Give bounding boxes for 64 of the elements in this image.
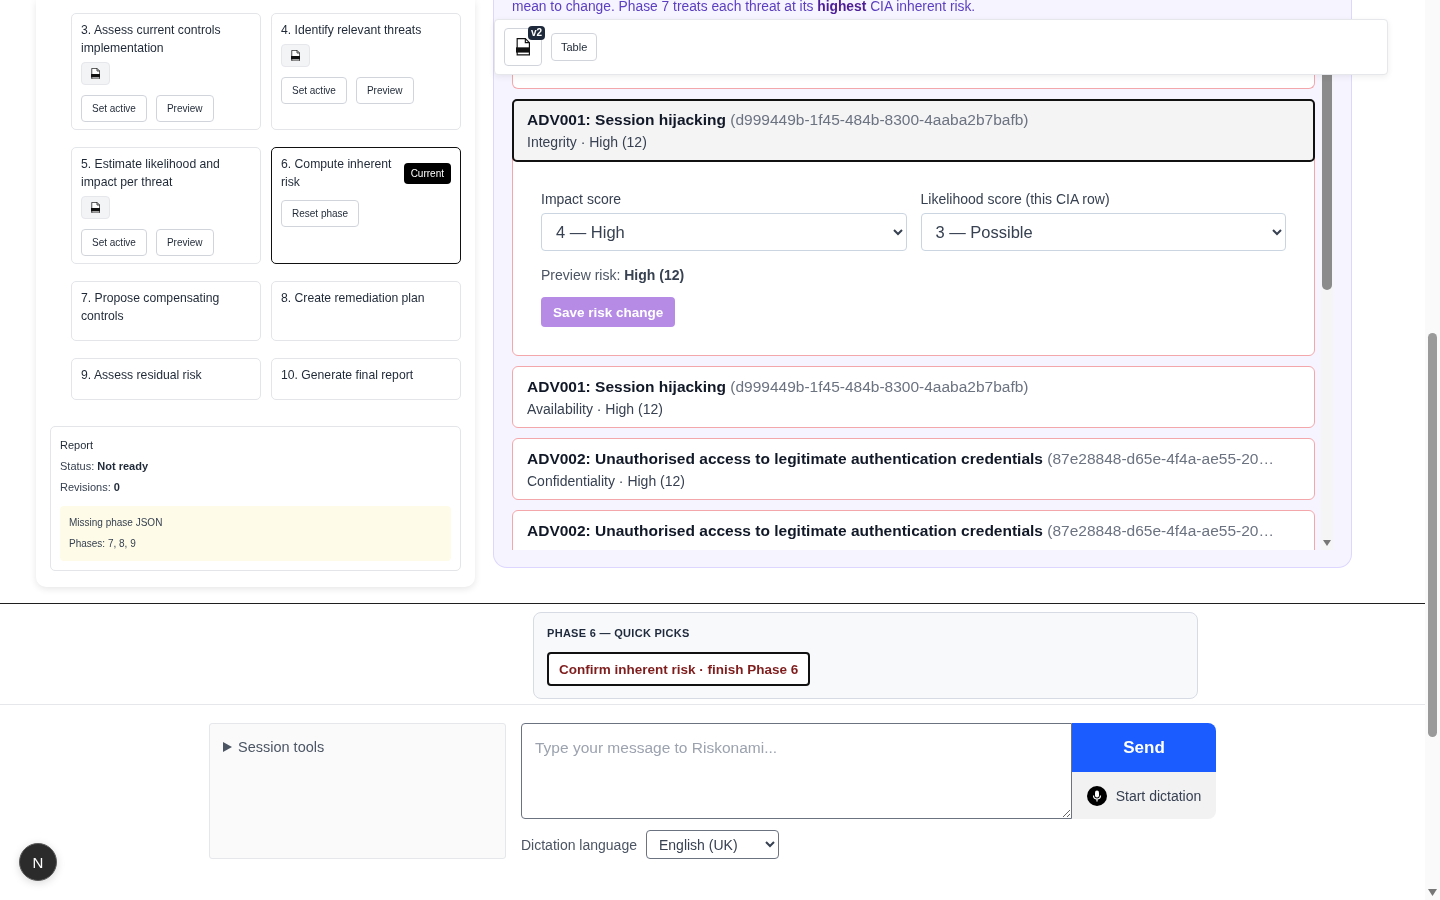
notice-detail: Phases: 7, 8, 9 [69,537,137,551]
file-button[interactable] [281,44,310,67]
threat-card[interactable]: ADV002: Unauthorised access to legitimate authentication credentials (87e28848-d65e-4f4a-ae55-20… [512,510,1315,550]
field-label: Likelihood score (this CIA row) [920,190,1111,209]
message-input[interactable]: Type your message to Riskonami... [521,723,1072,819]
scrollbar-thumb[interactable] [1322,75,1332,290]
threat-card[interactable]: ADV001: Session hijacking (d999449b-1f45-484b-8300-4aaba2b7bafb) Availability · High (12) [512,366,1315,428]
file-button[interactable]: v2 [504,28,542,66]
report-line: Status: Not ready [60,459,150,474]
session-tools-toggle[interactable]: Session tools [223,738,325,756]
threat-card[interactable]: ADV002: Unauthorised access to legitimate authentication credentials (87e28848-d65e-4f4a-ae55-20… Confidentiality · High (12) [512,438,1315,500]
threat-title: ADV001: Session hijacking (d999449b-1f45-484b-8300-4aaba2b7bafb) [527,377,1030,397]
phase-button[interactable]: Reset phase [281,200,360,227]
threat-card-header[interactable]: ADV001: Session hijacking (d999449b-1f45-484b-8300-4aaba2b7bafb) Integrity · High (12) [512,99,1315,162]
report-line: Revisions: 0 [60,480,121,495]
phase-title: 9. Assess residual risk [81,367,202,384]
threat-title: ADV001: Session hijacking (d999449b-1f45-484b-8300-4aaba2b7bafb) [527,110,1030,130]
send-button[interactable]: Send [1072,723,1216,772]
threat-title: ADV002: Unauthorised access to legitimate authentication credentials (87e28848-d65e-4f4a-ae55-20… [527,521,1275,541]
threat-meta: Availability · High (12) [527,400,664,419]
quick-pick-button[interactable]: Confirm inherent risk · finish Phase 6 [547,652,811,686]
threat-meta: Integrity · High (12) [527,133,648,152]
phase-button[interactable]: Set active [281,77,347,104]
page-scrollbar[interactable] [1425,0,1440,900]
phase-title: 10. Generate final report [281,367,414,384]
phase-button[interactable]: Preview [155,229,214,256]
impact-select[interactable]: 4 — High [541,213,907,251]
file-icon [91,201,100,214]
phase-title: 3. Assess current controls implementation [81,22,222,57]
table-button[interactable]: Table [551,33,598,61]
likelihood-select[interactable]: 3 — Possible [920,213,1286,251]
dev-tools-badge[interactable]: N [19,843,57,881]
phase-title: 5. Estimate likelihood and impact per threat [81,156,221,191]
file-button[interactable] [81,196,110,219]
phase-button[interactable]: Preview [155,95,214,122]
language-select[interactable]: English (UK) [646,830,779,859]
scrollbar-track[interactable] [1321,75,1333,550]
field-label: Impact score [541,190,623,209]
preview-risk-text: Preview risk: High (12) [541,266,685,285]
phase-button[interactable]: Set active [81,229,147,256]
current-badge: Current [403,163,451,184]
microphone-icon [1086,785,1107,806]
phase-button[interactable]: Preview [355,77,414,104]
dictation-button[interactable]: Start dictation [1072,772,1216,819]
version-badge: v2 [527,26,545,40]
file-icon [291,49,300,62]
scroll-down-icon[interactable] [1323,540,1331,546]
notice-title: Missing phase JSON [69,516,164,530]
info-text: mean to change. Phase 7 treats each threat at its highest CIA inherent risk. [512,0,977,14]
file-icon [91,67,100,80]
file-button[interactable] [81,62,110,85]
phase-title: 6. Compute inherent risk [281,156,393,191]
phase-title: 4. Identify relevant threats [281,22,422,39]
phase-title: 8. Create remediation plan [281,290,425,307]
report-title: Report [60,438,95,453]
phase-title: 7. Propose compensating controls [81,290,221,325]
dictation-language-label: Dictation language [521,836,637,853]
scroll-down-icon[interactable] [1428,889,1437,896]
threat-meta: Confidentiality · High (12) [527,472,686,491]
scrollbar-thumb[interactable] [1428,333,1437,737]
phase-button[interactable]: Set active [81,95,147,122]
quick-picks-title: PHASE 6 — QUICK PICKS [547,626,690,641]
file-icon [516,38,530,56]
threat-title: ADV002: Unauthorised access to legitimate authentication credentials (87e28848-d65e-4f4a-ae55-20… [527,449,1275,469]
